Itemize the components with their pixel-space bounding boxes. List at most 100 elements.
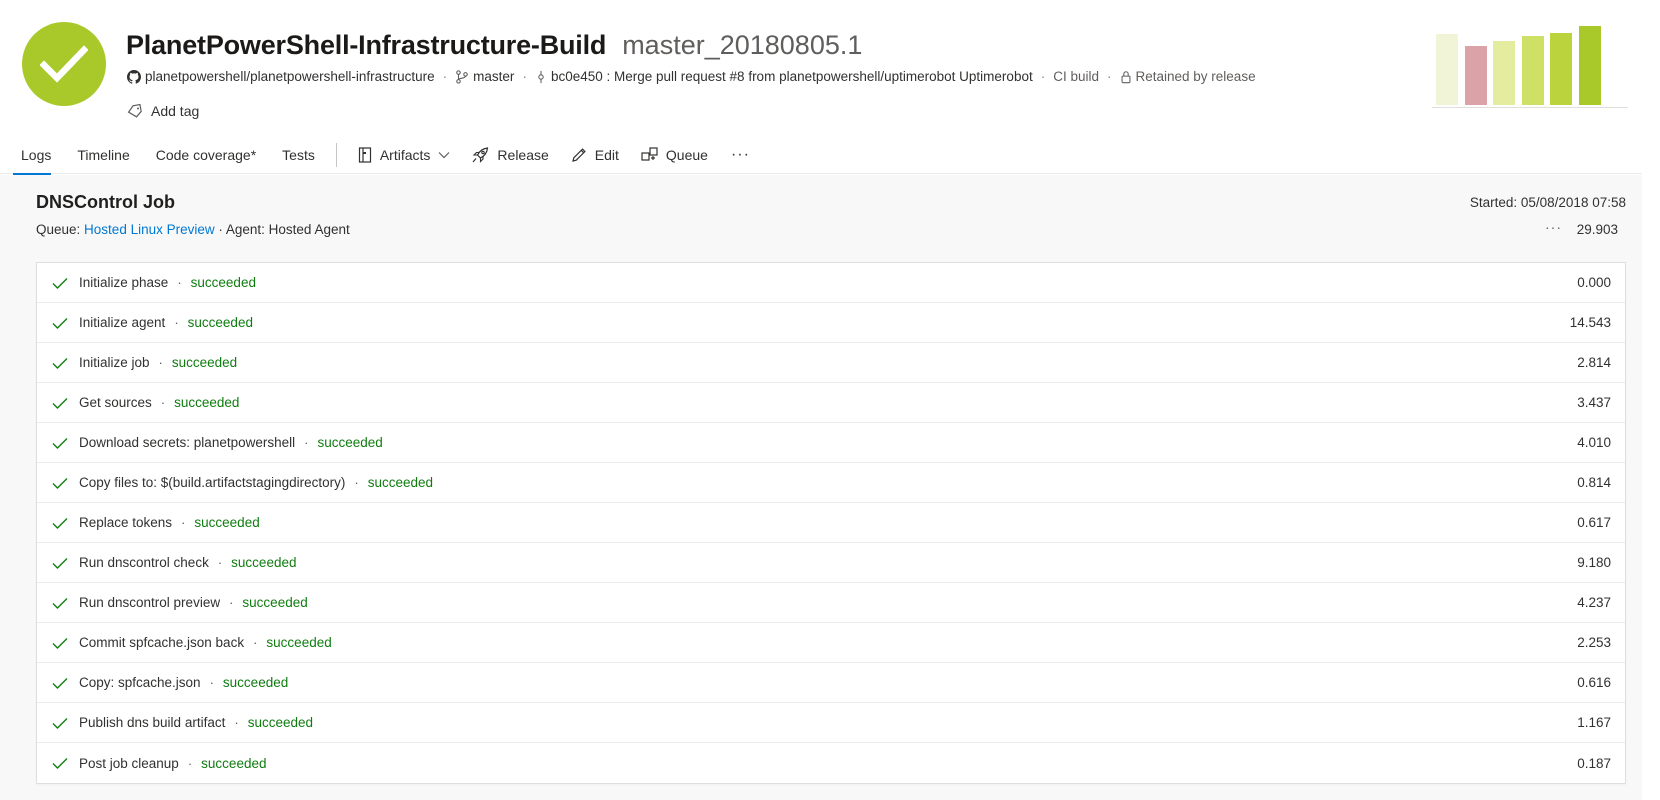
tab-code-coverage[interactable]: Code coverage* (143, 136, 269, 174)
step-row[interactable]: Run dnscontrol check · succeeded 9.180 (37, 543, 1625, 583)
queue-button[interactable]: Queue (630, 136, 719, 174)
step-status: succeeded (201, 755, 267, 771)
step-row[interactable]: Copy: spfcache.json · succeeded 0.616 (37, 663, 1625, 703)
pipeline-title: PlanetPowerShell-Infrastructure-Build (126, 30, 607, 60)
step-name: Initialize job (79, 355, 150, 370)
toolbar-divider (335, 142, 337, 167)
separator-dot: · (234, 715, 239, 730)
step-row[interactable]: Run dnscontrol preview · succeeded 4.237 (37, 583, 1625, 623)
history-bar[interactable] (1521, 36, 1544, 105)
step-status: succeeded (174, 395, 240, 410)
success-check-icon (37, 637, 79, 649)
release-button[interactable]: Release (461, 136, 559, 174)
success-check-icon (37, 757, 79, 769)
agent-info: · Agent: Hosted Agent (214, 222, 350, 237)
build-reason: CI build (1053, 69, 1099, 84)
separator-dot: · (181, 515, 186, 530)
success-check-icon (37, 677, 79, 689)
step-name: Replace tokens (79, 515, 173, 530)
history-bar[interactable] (1436, 34, 1458, 105)
success-check-icon (37, 357, 79, 369)
step-row[interactable]: Replace tokens · succeeded 0.617 (37, 503, 1625, 543)
rocket-icon (472, 146, 489, 163)
step-status: succeeded (222, 675, 289, 690)
separator-dot: · (209, 675, 214, 690)
edit-button[interactable]: Edit (560, 136, 630, 174)
add-tag-button[interactable]: Add tag (127, 103, 199, 119)
build-number: master_20180805.1 (622, 30, 863, 60)
step-name: Commit spfcache.json back (79, 635, 245, 650)
history-bar[interactable] (1464, 46, 1487, 105)
job-started-time: Started: 05/08/2018 07:58 (1469, 195, 1626, 210)
step-status: succeeded (231, 555, 297, 570)
separator-dot: · (160, 395, 166, 410)
tag-icon (127, 104, 143, 118)
step-status: succeeded (171, 355, 238, 370)
build-meta: planetpowershell/planetpowershell-infras… (127, 69, 1256, 84)
title-row: PlanetPowerShell-Infrastructure-Build ma… (126, 30, 862, 61)
step-name: Get sources (79, 395, 152, 410)
step-duration: 0.814 (1577, 475, 1611, 490)
job-queue-info: Queue: Hosted Linux Preview · Agent: Hos… (36, 222, 350, 237)
step-duration: 0.616 (1577, 675, 1611, 690)
step-row[interactable]: Get sources · succeeded 3.437 (37, 383, 1625, 423)
edit-label: Edit (594, 146, 619, 163)
success-check-icon (37, 277, 79, 289)
branch-link[interactable]: master (473, 69, 514, 84)
success-check-icon (37, 557, 79, 569)
step-row[interactable]: Initialize phase · succeeded 0.000 (37, 263, 1625, 303)
separator-dot: · (158, 355, 163, 370)
step-name: Post job cleanup (79, 755, 179, 771)
history-bar[interactable] (1578, 26, 1601, 105)
success-check-icon (37, 397, 79, 409)
step-row[interactable]: Initialize agent · succeeded 14.543 (37, 303, 1625, 343)
success-check-icon (37, 317, 79, 329)
artifacts-button[interactable]: Artifacts (347, 136, 462, 174)
step-name: Publish dns build artifact (79, 715, 226, 730)
queue-link[interactable]: Hosted Linux Preview (84, 222, 215, 237)
separator-dot: · (174, 315, 179, 330)
step-duration: 9.180 (1577, 555, 1611, 570)
add-tag-label: Add tag (151, 103, 200, 119)
tab-tests[interactable]: Tests (269, 136, 328, 174)
success-check-icon (37, 517, 79, 529)
artifacts-icon (358, 146, 372, 163)
queue-icon (641, 146, 658, 163)
step-duration: 14.543 (1569, 315, 1611, 330)
step-duration: 1.167 (1577, 715, 1611, 730)
success-check-icon (37, 717, 79, 729)
step-status: succeeded (317, 435, 383, 450)
step-row[interactable]: Download secrets: planetpowershell · succe… (37, 423, 1625, 463)
retention-status: Retained by release (1135, 69, 1256, 84)
step-status: succeeded (187, 315, 253, 330)
separator-dot: · (217, 555, 223, 570)
history-bar[interactable] (1550, 33, 1572, 105)
step-status: succeeded (242, 595, 308, 610)
step-row[interactable]: Copy files to: $(build.artifactstagingdi… (37, 463, 1625, 503)
build-history-chart[interactable] (1432, 22, 1628, 108)
more-actions-button[interactable]: ··· (719, 136, 762, 174)
step-duration: 3.437 (1577, 395, 1611, 410)
commit-link[interactable]: bc0e450 : Merge pull request #8 from pla… (551, 69, 1033, 84)
tab-logs[interactable]: Logs (0, 136, 64, 175)
lock-icon (1120, 70, 1132, 84)
step-duration: 0.000 (1577, 275, 1611, 290)
step-status: succeeded (190, 275, 256, 290)
history-bar[interactable] (1493, 41, 1515, 105)
step-status: succeeded (367, 475, 434, 490)
commit-icon (535, 70, 547, 84)
step-row[interactable]: Commit spfcache.json back · succeeded 2.253 (37, 623, 1625, 663)
step-duration: 2.814 (1577, 355, 1611, 370)
step-duration: 0.617 (1577, 515, 1611, 530)
step-row[interactable]: Initialize job · succeeded 2.814 (37, 343, 1625, 383)
repository-link[interactable]: planetpowershell/planetpowershell-infras… (145, 69, 435, 84)
separator-dot: · (229, 595, 234, 610)
step-name: Initialize agent (79, 315, 166, 330)
step-status: succeeded (194, 515, 260, 530)
step-row[interactable]: Post job cleanup · succeeded 0.187 (37, 743, 1625, 783)
job-more-button[interactable]: ··· (1545, 219, 1562, 235)
separator-dot: · (187, 755, 193, 771)
step-row[interactable]: Publish dns build artifact · succeeded 1.16… (37, 703, 1625, 743)
tab-timeline[interactable]: Timeline (64, 136, 142, 174)
checkmark-icon (40, 45, 88, 83)
